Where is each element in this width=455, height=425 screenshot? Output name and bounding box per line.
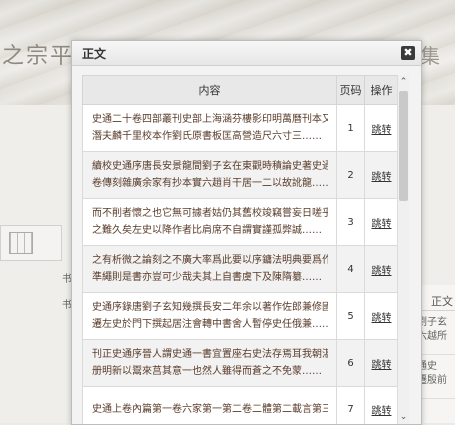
row-content-line: 之難久矣左史以降作者比肩席不自謂實謹孤弊誠…… — [92, 225, 322, 236]
background-cell-text: 劉子玄 — [417, 317, 447, 328]
row-page: 7 — [336, 386, 365, 424]
row-content-line: 史通上卷內篇第一卷六家第一第二卷二體第二載言第三本紀 — [92, 403, 328, 415]
background-cell-text: 通史 — [417, 361, 437, 372]
row-page: 4 — [336, 245, 365, 293]
scroll-down-icon[interactable]: ⌄ — [398, 410, 409, 424]
row-page: 5 — [336, 292, 365, 340]
table-row: 史通序錄唐劉子玄知幾撰長安二年余以著作佐郎兼修國史尋 遷左史於門下撰起居注會轉中… — [82, 292, 399, 340]
table-header-row: 内容 页码 操作 — [82, 75, 399, 105]
row-content: 史通上卷內篇第一卷六家第一第二卷二體第二載言第三本紀 — [82, 386, 337, 424]
row-content-line: 卷傳刻雜廣余家有抄本實六趙肖干居一二以故訛龍…… — [92, 178, 328, 189]
background-cell-text: 六越所 — [417, 331, 447, 342]
row-content: 史通序錄唐劉子玄知幾撰長安二年余以著作佐郎兼修國史尋 遷左史於門下撰起居注會轉中… — [82, 292, 337, 340]
row-content-line: 潛夫麟千里校本作劉氏原書板匡高營造尺六寸三…… — [92, 131, 322, 142]
content-table-container[interactable]: 内容 页码 操作 史通二十卷四部叢刊史部上海涵芬樓影印明萬曆刊本又據孫 潛夫麟千… — [82, 75, 409, 424]
row-page: 2 — [336, 151, 365, 199]
row-content: 而不削者懷之也它無可據者姑仍其舊校竣竊嘗妄日嗟乎史職 之難久矣左史以降作者比肩席… — [82, 198, 337, 246]
table-row: 刊正史通序晉人謂史通一書宜置座右史法存焉耳我朝湛司板 册明新以鬻來莒其意一也然人… — [82, 339, 399, 387]
background-cell-text: 遷殷前 — [417, 375, 447, 386]
row-page: 1 — [336, 104, 365, 152]
column-header-action: 操作 — [364, 75, 399, 105]
row-content-line: 續校史通序唐長安景龍間劉子玄在東觀時積論史著史通二十 — [92, 161, 328, 172]
row-content-line: 之有析微之論刻之不廣大率爲此要以序鏞法明典要爲作史者 — [92, 255, 328, 266]
vertical-scrollbar[interactable]: ⌃ ⌄ — [397, 75, 409, 424]
row-content-line: 史通二十卷四部叢刊史部上海涵芬樓影印明萬曆刊本又據孫 — [92, 114, 328, 125]
row-content-line: 册明新以鬻來莒其意一也然人雖得而蒼之不免蒙…… — [92, 366, 322, 377]
content-table: 内容 页码 操作 史通二十卷四部叢刊史部上海涵芬樓影印明萬曆刊本又據孫 潛夫麟千… — [82, 75, 399, 424]
table-row: 而不削者懷之也它無可據者姑仍其舊校竣竊嘗妄日嗟乎史職 之難久矣左史以降作者比肩席… — [82, 198, 399, 246]
column-header-content: 内容 — [82, 75, 337, 105]
scrollbar-thumb[interactable] — [399, 91, 408, 201]
jump-link[interactable]: 跳转 — [372, 313, 392, 324]
row-content-line: 準繩則是書亦豈可少哉夫其上自書虞下及陳隋纂…… — [92, 272, 322, 283]
row-content: 之有析微之論刻之不廣大率爲此要以序鏞法明典要爲作史者 準繩則是書亦豈可少哉夫其上… — [82, 245, 337, 293]
row-content-line: 遷左史於門下撰起居注會轉中書舍人暫停史任俄兼…… — [92, 319, 328, 330]
row-content-line: 刊正史通序晉人謂史通一書宜置座右史法存焉耳我朝湛司板 — [92, 349, 328, 360]
site-brand-right: 集 — [420, 44, 440, 68]
row-content: 續校史通序唐長安景龍間劉子玄在東觀時積論史著史通二十 卷傳刻雜廣余家有抄本實六趙… — [82, 151, 337, 199]
dialog-title: 正文 — [82, 47, 107, 61]
jump-link[interactable]: 跳转 — [372, 266, 392, 277]
row-content: 史通二十卷四部叢刊史部上海涵芬樓影印明萬曆刊本又據孫 潛夫麟千里校本作劉氏原書板… — [82, 104, 337, 152]
table-row: 史通上卷內篇第一卷六家第一第二卷二體第二載言第三本紀 7 跳转 — [82, 386, 399, 424]
jump-link[interactable]: 跳转 — [372, 125, 392, 136]
scroll-up-icon[interactable]: ⌃ — [398, 75, 409, 89]
jump-link[interactable]: 跳转 — [372, 172, 392, 183]
row-content-line: 史通序錄唐劉子玄知幾撰長安二年余以著作佐郎兼修國史尋 — [92, 302, 328, 313]
column-header-page: 页码 — [336, 75, 365, 105]
row-page: 6 — [336, 339, 365, 387]
jump-link[interactable]: 跳转 — [372, 406, 392, 417]
site-brand-left: 之宗平 — [2, 44, 75, 69]
jump-link[interactable]: 跳转 — [372, 219, 392, 230]
close-icon[interactable]: ✖ — [401, 46, 415, 60]
text-dialog: 正文 ✖ 内容 页码 操作 史通二十卷四部叢刊史部上海涵芬樓影印明萬曆刊本又據孫 — [71, 40, 422, 425]
row-content-line: 而不削者懷之也它無可據者姑仍其舊校竣竊嘗妄日嗟乎史職 — [92, 208, 328, 219]
dialog-titlebar[interactable]: 正文 ✖ — [72, 41, 421, 66]
background-side-panel — [0, 225, 62, 261]
table-row: 續校史通序唐長安景龍間劉子玄在東觀時積論史著史通二十 卷傳刻雜廣余家有抄本實六趙… — [82, 151, 399, 199]
table-row: 之有析微之論刻之不廣大率爲此要以序鏞法明典要爲作史者 準繩則是書亦豈可少哉夫其上… — [82, 245, 399, 293]
table-row: 史通二十卷四部叢刊史部上海涵芬樓影印明萬曆刊本又據孫 潛夫麟千里校本作劉氏原書板… — [82, 104, 399, 152]
row-content: 刊正史通序晉人謂史通一書宜置座右史法存焉耳我朝湛司板 册明新以鬻來莒其意一也然人… — [82, 339, 337, 387]
row-page: 3 — [336, 198, 365, 246]
grid-icon — [9, 232, 33, 254]
jump-link[interactable]: 跳转 — [372, 360, 392, 371]
